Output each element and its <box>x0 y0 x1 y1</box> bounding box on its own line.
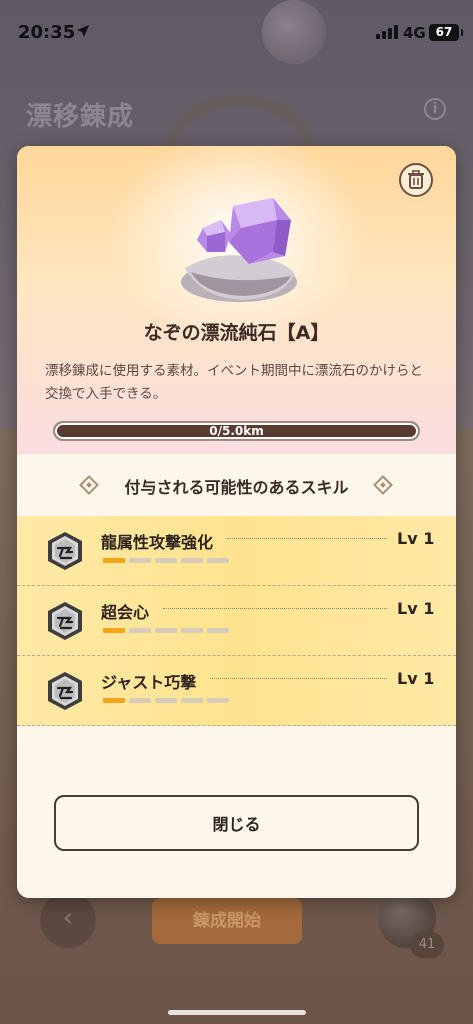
progress-text: 0/5.0km <box>209 424 264 438</box>
chevron-left-icon[interactable]: ‹ <box>40 892 96 948</box>
battery-icon: 67 <box>429 24 463 41</box>
item-header: なぞの漂流純石【A】 漂移錬成に使用する素材。イベント期間中に漂流石のかけらと交… <box>17 146 456 454</box>
info-icon[interactable]: i <box>424 98 446 120</box>
close-button[interactable]: 閉じる <box>54 795 419 851</box>
level-segment <box>155 698 177 703</box>
level-segment <box>103 628 125 633</box>
level-segment <box>129 558 151 563</box>
skill-level-bars <box>103 558 233 563</box>
status-time: 20:35 <box>18 22 76 43</box>
skill-emblem-icon <box>45 671 85 711</box>
trash-icon[interactable] <box>399 163 433 197</box>
start-button[interactable]: 錬成開始 <box>152 898 302 944</box>
skill-level: Lv 1 <box>397 529 435 548</box>
network-type: 4G <box>403 24 426 42</box>
skill-leader-line <box>163 608 387 609</box>
home-indicator <box>168 1010 306 1015</box>
skill-emblem-icon <box>45 601 85 641</box>
skill-row[interactable]: 超会心 Lv 1 <box>17 586 456 656</box>
item-name: なぞの漂流純石【A】 <box>143 322 330 344</box>
level-segment <box>103 558 125 563</box>
skill-name: ジャスト巧撃 <box>101 673 197 692</box>
status-bar: 20:35 4G 67 <box>0 0 473 60</box>
level-segment <box>103 698 125 703</box>
location-arrow-icon <box>76 24 90 42</box>
skill-level-bars <box>103 698 233 703</box>
skill-leader-line <box>227 538 387 539</box>
level-segment <box>181 698 203 703</box>
skill-leader-line <box>210 678 387 679</box>
level-segment <box>181 628 203 633</box>
level-segment <box>129 628 151 633</box>
material-count-badge: 41 <box>410 932 444 958</box>
skill-name: 龍属性攻撃強化 <box>101 533 214 552</box>
signal-icon <box>376 25 398 39</box>
skill-row[interactable]: ジャスト巧撃 Lv 1 <box>17 656 456 726</box>
screen-title: 漂移錬成 <box>26 102 135 132</box>
distance-progress-bar: 0/5.0km <box>53 421 420 441</box>
item-description: 漂移錬成に使用する素材。イベント期間中に漂流石のかけらと交換で入手できる。 <box>45 363 423 402</box>
skill-row[interactable]: 龍属性攻撃強化 Lv 1 <box>17 516 456 586</box>
skill-level-bars <box>103 628 233 633</box>
skill-level: Lv 1 <box>397 599 435 618</box>
item-detail-modal: なぞの漂流純石【A】 漂移錬成に使用する素材。イベント期間中に漂流石のかけらと交… <box>17 146 456 898</box>
level-segment <box>207 558 229 563</box>
level-segment <box>155 558 177 563</box>
purple-crystal-icon <box>173 190 301 310</box>
skill-name: 超会心 <box>101 603 150 622</box>
level-segment <box>207 698 229 703</box>
level-segment <box>129 698 151 703</box>
level-segment <box>207 628 229 633</box>
skill-emblem-icon <box>45 531 85 571</box>
skills-header: 付与される可能性のあるスキル <box>17 454 456 516</box>
skill-level: Lv 1 <box>397 669 435 688</box>
level-segment <box>181 558 203 563</box>
level-segment <box>155 628 177 633</box>
